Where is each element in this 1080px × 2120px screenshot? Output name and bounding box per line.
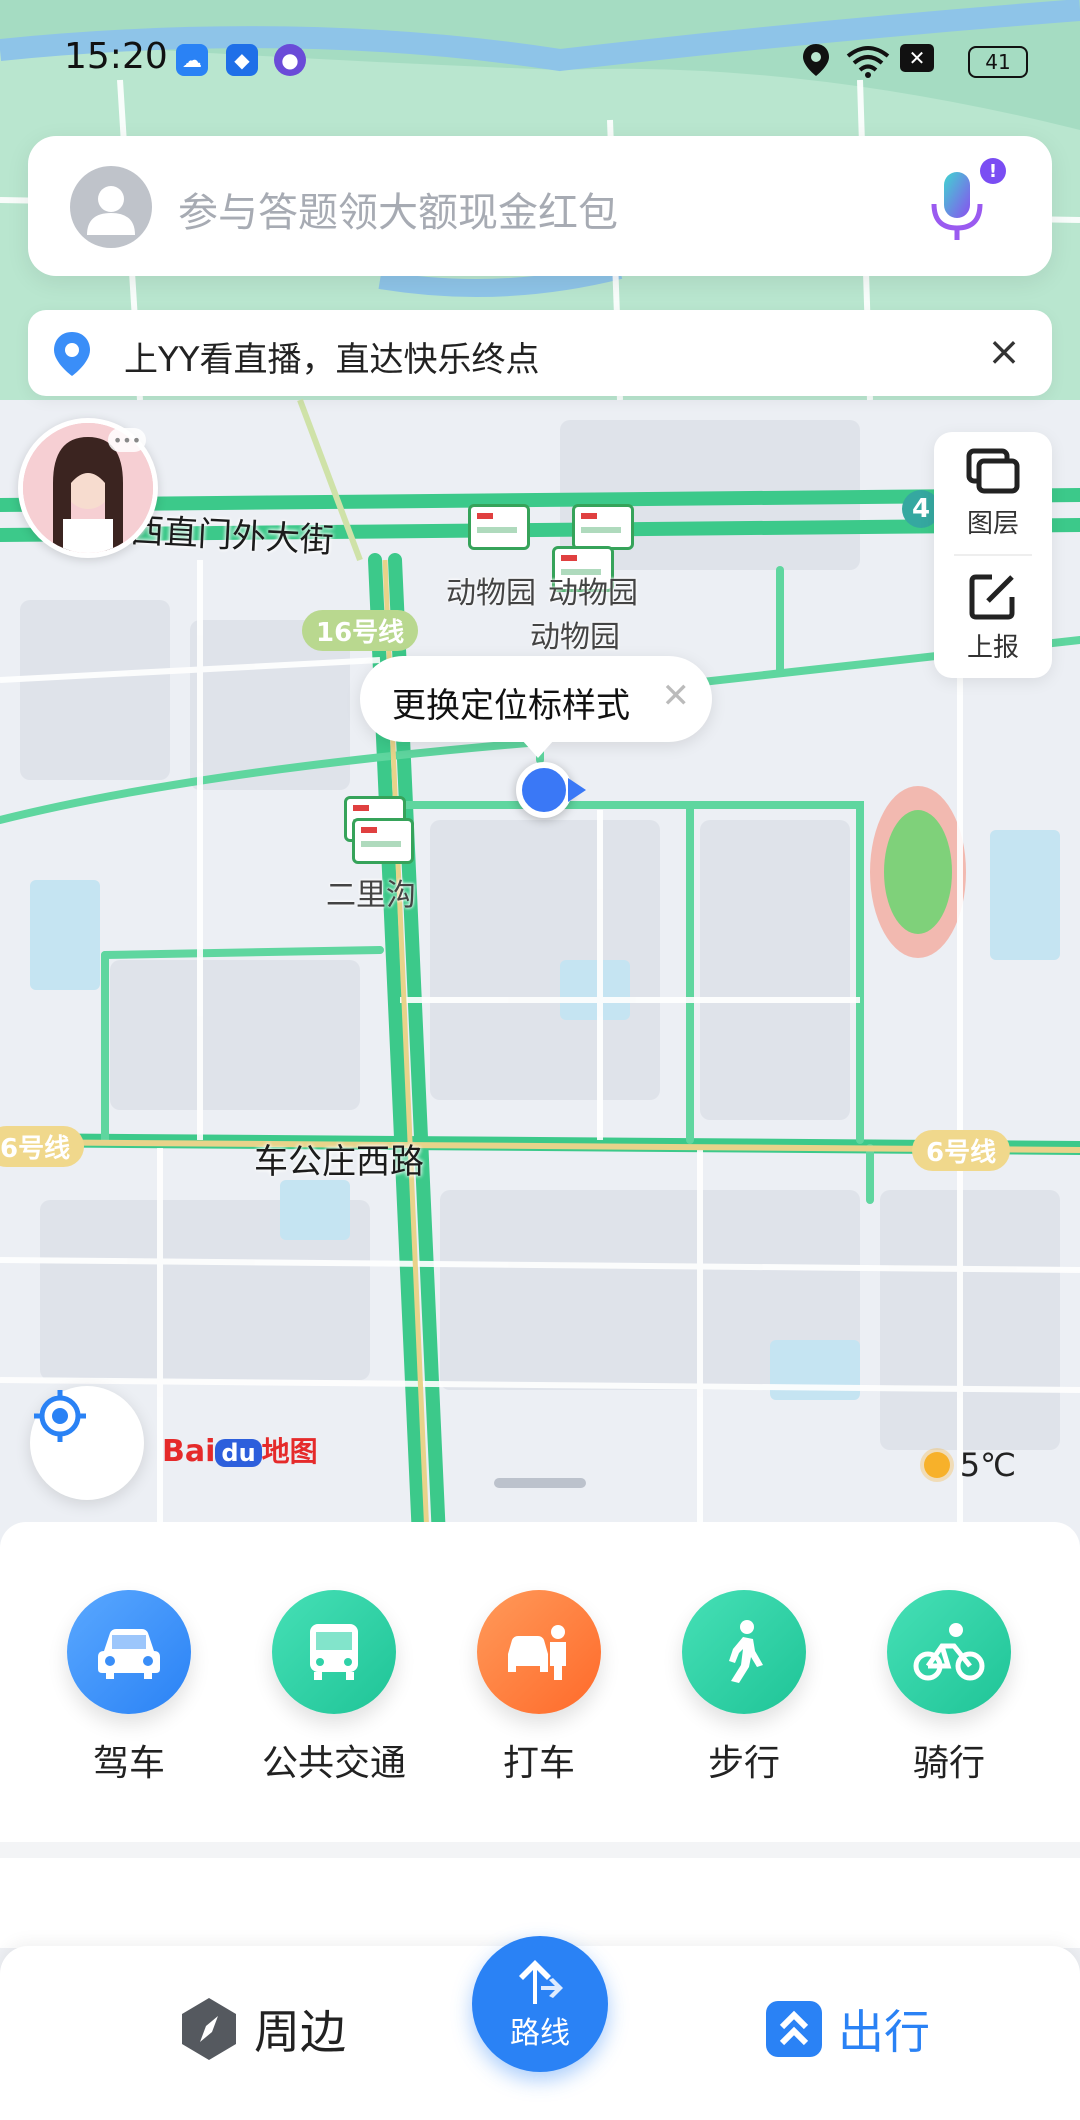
wifi-icon <box>846 46 890 78</box>
walking-icon <box>682 1590 806 1714</box>
poi-zoo-2[interactable]: 动物园 <box>548 568 638 612</box>
notification-badge: ! <box>980 158 1006 184</box>
subway-line-6-badge: 6号线 <box>0 1126 85 1167</box>
secondary-section <box>0 1858 1080 1948</box>
subway-line-16-badge: 16号线 <box>302 610 419 651</box>
status-bar: 15:20 ☁ ◆ ● ✕ 41 <box>0 0 1080 120</box>
weather-widget[interactable]: 5℃ <box>923 1446 1016 1484</box>
bottom-navigation: 周边 路线 出行 <box>0 1936 1080 2120</box>
drag-handle[interactable] <box>494 1478 586 1488</box>
taxi-icon <box>477 1590 601 1714</box>
nav-nearby-label: 周边 <box>254 2005 346 2059</box>
mode-transit-label: 公共交通 <box>261 1743 406 1784</box>
mode-taxi-label: 打车 <box>502 1743 575 1784</box>
mode-drive-label: 驾车 <box>92 1743 165 1784</box>
sim-off-icon: ✕ <box>900 44 934 72</box>
mode-taxi[interactable]: 打车 <box>439 1590 639 1786</box>
travel-mode-sheet: 驾车 公共交通 打车 步行 骑行 <box>0 1522 1080 1842</box>
close-icon[interactable]: ✕ <box>662 676 691 716</box>
poi-erligou[interactable]: 二里沟 <box>326 870 416 914</box>
baidu-map-logo: Bai du 地图 <box>162 1434 318 1469</box>
edit-icon <box>969 574 1015 619</box>
bus-icon <box>272 1590 396 1714</box>
map-tools-panel: 图层 上报 <box>934 432 1052 678</box>
heading-arrow-icon <box>568 778 586 802</box>
bus-stop-icon[interactable] <box>352 818 414 864</box>
road-label-chegongzhuang: 车公庄西路 <box>254 1142 424 1182</box>
section-divider <box>0 1842 1080 1858</box>
car-icon <box>67 1590 191 1714</box>
search-input[interactable]: 参与答题领大额现金红包 <box>178 180 618 238</box>
nav-nearby[interactable]: 周边 <box>178 1996 346 2062</box>
close-icon[interactable]: × <box>978 326 1030 378</box>
travel-icon <box>766 2001 822 2057</box>
layers-icon <box>966 448 1020 493</box>
temperature: 5℃ <box>959 1446 1016 1484</box>
promo-banner[interactable]: 上YY看直播，直达快乐终点 × <box>28 310 1052 396</box>
user-avatar[interactable] <box>70 166 152 248</box>
poi-zoo-1[interactable]: 动物园 <box>446 568 536 612</box>
tooltip-tail <box>522 740 554 758</box>
more-dots-icon[interactable]: ••• <box>108 428 146 452</box>
nav-route-label: 路线 <box>510 2016 570 2051</box>
change-location-style-tooltip[interactable]: 更换定位标样式 ✕ <box>360 656 712 758</box>
bicycle-icon <box>887 1590 1011 1714</box>
crosshair-icon <box>34 1390 86 1442</box>
report-label: 上报 <box>966 632 1019 663</box>
mode-transit[interactable]: 公共交通 <box>234 1590 434 1786</box>
mode-walk-label: 步行 <box>707 1743 780 1784</box>
shield-icon: ◆ <box>226 44 258 76</box>
nav-travel[interactable]: 出行 <box>764 1996 930 2062</box>
map-pin-icon <box>54 332 90 376</box>
mode-drive[interactable]: 驾车 <box>29 1590 229 1786</box>
travel-modes: 驾车 公共交通 打车 步行 骑行 <box>0 1590 1080 1810</box>
battery-indicator: 41 <box>968 46 1028 78</box>
nav-travel-label: 出行 <box>838 2005 930 2059</box>
mode-cycle-label: 骑行 <box>912 1743 985 1784</box>
report-button[interactable]: 上报 <box>934 556 1052 678</box>
layers-button[interactable]: 图层 <box>934 432 1052 554</box>
location-icon <box>803 44 829 76</box>
mode-walk[interactable]: 步行 <box>644 1590 844 1786</box>
subway-line-6-badge: 6号线 <box>912 1130 1011 1171</box>
clock: 15:20 <box>64 36 168 77</box>
layers-label: 图层 <box>966 508 1019 539</box>
sun-icon <box>923 1452 950 1478</box>
user-icon <box>87 186 135 235</box>
poi-zoo-3[interactable]: 动物园 <box>530 612 620 656</box>
bus-stop-icon[interactable] <box>468 504 530 550</box>
cloud-icon: ☁ <box>176 44 208 76</box>
search-bar[interactable]: 参与答题领大额现金红包 ! <box>28 136 1052 276</box>
nav-route-button[interactable]: 路线 <box>472 1936 608 2072</box>
bus-stop-icon[interactable] <box>572 504 634 550</box>
promo-text: 上YY看直播，直达快乐终点 <box>124 340 540 380</box>
locate-me-button[interactable] <box>30 1386 144 1500</box>
mode-cycle[interactable]: 骑行 <box>849 1590 1049 1786</box>
orb-icon: ● <box>274 44 306 76</box>
current-location-marker[interactable] <box>516 762 572 818</box>
compass-icon <box>182 1998 236 2060</box>
route-arrow-icon <box>519 1960 563 2004</box>
tooltip-text: 更换定位标样式 <box>392 686 630 726</box>
